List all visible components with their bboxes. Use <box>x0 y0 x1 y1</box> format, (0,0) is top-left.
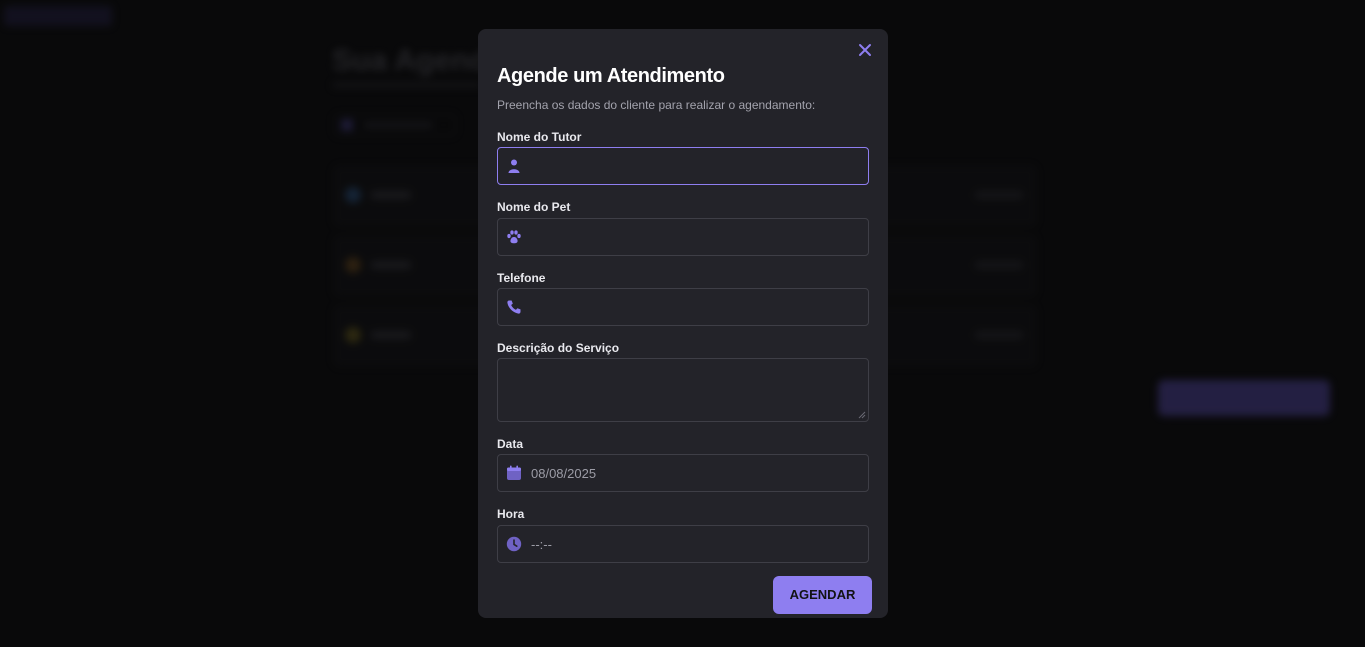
date-label: Data <box>497 437 524 451</box>
sun-icon <box>345 187 361 203</box>
user-icon <box>508 159 520 173</box>
close-icon <box>859 44 871 56</box>
service-description-textarea[interactable] <box>497 358 869 422</box>
service-label: Descrição do Serviço <box>497 341 620 355</box>
app-logo <box>4 6 112 26</box>
cloud-sun-icon <box>345 257 361 273</box>
page-subtitle <box>332 82 482 88</box>
date-filter[interactable] <box>334 114 456 136</box>
phone-input[interactable] <box>497 288 869 326</box>
pet-name-input[interactable] <box>497 218 869 256</box>
date-value: 08/08/2025 <box>531 466 597 481</box>
clock-icon <box>506 536 522 552</box>
moon-icon <box>345 327 361 343</box>
resize-handle-icon[interactable] <box>858 411 866 419</box>
time-value: --:-- <box>531 537 552 552</box>
calendar-icon <box>341 119 353 131</box>
new-appointment-button[interactable] <box>1158 380 1330 416</box>
phone-icon <box>507 300 521 314</box>
paw-icon <box>507 230 521 244</box>
appointment-modal: Agende um Atendimento Preencha os dados … <box>478 29 888 618</box>
time-label: Hora <box>497 507 525 521</box>
calendar-icon <box>507 465 521 480</box>
tutor-label: Nome do Tutor <box>497 130 582 144</box>
modal-title: Agende um Atendimento <box>497 65 725 87</box>
pet-label: Nome do Pet <box>497 200 571 214</box>
close-button[interactable] <box>856 41 874 59</box>
phone-label: Telefone <box>497 271 546 285</box>
date-input[interactable]: 08/08/2025 <box>497 454 869 492</box>
schedule-button[interactable]: AGENDAR <box>773 576 872 614</box>
tutor-name-input[interactable] <box>497 147 869 185</box>
modal-description: Preencha os dados do cliente para realiz… <box>497 98 816 112</box>
time-input[interactable]: --:-- <box>497 525 869 563</box>
